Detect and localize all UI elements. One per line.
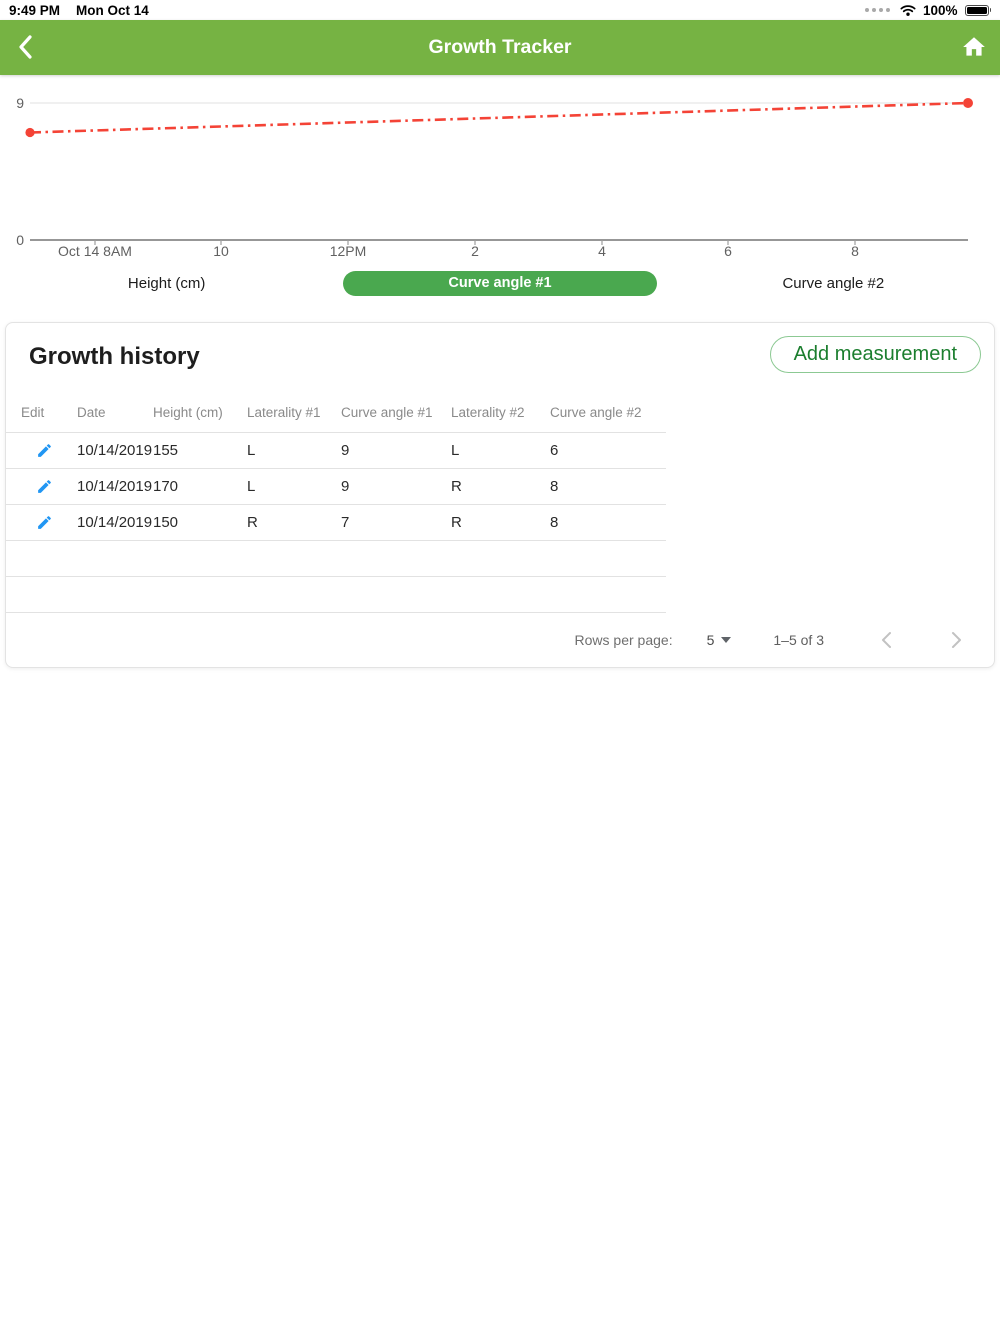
series-point-start xyxy=(25,127,35,138)
previous-page-button[interactable] xyxy=(876,630,896,650)
table-header-row: Edit Date Height (cm) Laterality #1 Curv… xyxy=(6,393,666,433)
home-button[interactable] xyxy=(961,34,987,60)
growth-history-table: Edit Date Height (cm) Laterality #1 Curv… xyxy=(6,393,666,613)
table-row: 10/14/2019 170 L 9 R 8 xyxy=(6,469,666,505)
status-time: 9:49 PM xyxy=(9,2,61,18)
chart-legend: Height (cm) Curve angle #1 Curve angle #… xyxy=(0,265,1000,301)
pagination-range: 1–5 of 3 xyxy=(773,631,824,648)
growth-history-card: Growth history Add measurement Edit Date… xyxy=(5,322,995,668)
y-tick-0: 0 xyxy=(16,232,24,248)
page-title: Growth Tracker xyxy=(428,36,572,58)
cell-laterality-1: R xyxy=(247,514,258,531)
edit-row-button[interactable] xyxy=(33,476,55,498)
col-header-date: Date xyxy=(77,405,106,420)
table-pagination: Rows per page: 5 1–5 of 3 xyxy=(6,612,994,667)
cell-curve-angle-1: 9 xyxy=(341,442,350,459)
cell-height: 150 xyxy=(153,514,179,531)
rows-per-page-select[interactable]: 5 xyxy=(707,632,732,648)
cell-curve-angle-1: 9 xyxy=(341,478,350,495)
rows-per-page-value: 5 xyxy=(706,631,715,648)
cell-laterality-2: R xyxy=(451,514,462,531)
cell-laterality-1: L xyxy=(247,442,256,459)
cell-laterality-2: R xyxy=(451,478,462,495)
cell-curve-angle-2: 8 xyxy=(550,514,559,531)
add-measurement-button[interactable]: Add measurement xyxy=(769,336,981,373)
cell-curve-angle-2: 6 xyxy=(550,442,559,459)
cell-height: 155 xyxy=(153,442,179,459)
x-tick-6: 8 xyxy=(851,243,859,259)
col-header-curve-angle-1: Curve angle #1 xyxy=(341,405,433,420)
x-tick-0: Oct 14 8AM xyxy=(58,243,132,259)
edit-row-button[interactable] xyxy=(33,512,55,534)
growth-chart: 9 0 Oct 14 8AM 10 12PM 2 4 6 8 xyxy=(0,75,1000,265)
x-tick-5: 6 xyxy=(724,243,732,259)
col-header-curve-angle-2: Curve angle #2 xyxy=(550,405,642,420)
cell-curve-angle-1: 7 xyxy=(341,514,350,531)
cell-date: 10/14/2019 xyxy=(77,478,153,495)
rows-per-page-label: Rows per page: xyxy=(574,631,673,648)
legend-item-curve-angle-1-selected[interactable]: Curve angle #1 xyxy=(343,270,657,296)
x-tick-1: 10 xyxy=(213,243,229,259)
cell-laterality-1: L xyxy=(247,478,256,495)
next-page-button[interactable] xyxy=(946,630,966,650)
edit-row-button[interactable] xyxy=(33,440,55,462)
cell-date: 10/14/2019 xyxy=(77,514,153,531)
legend-item-height[interactable]: Height (cm) xyxy=(128,275,206,292)
status-bar: 9:49 PM Mon Oct 14 100% xyxy=(0,0,1000,20)
cell-curve-angle-2: 8 xyxy=(550,478,559,495)
status-date: Mon Oct 14 xyxy=(76,2,149,18)
card-title: Growth history xyxy=(29,343,200,370)
cellular-signal-icon xyxy=(864,8,890,12)
table-row-empty xyxy=(6,577,666,613)
x-tick-4: 4 xyxy=(598,243,606,259)
battery-percent: 100% xyxy=(922,2,958,18)
legend-item-curve-angle-2[interactable]: Curve angle #2 xyxy=(782,275,884,292)
battery-icon xyxy=(964,4,991,16)
screen: 9:49 PM Mon Oct 14 100% Growth Tracker 9… xyxy=(0,0,1000,1334)
col-header-laterality-1: Laterality #1 xyxy=(247,405,321,420)
col-header-height: Height (cm) xyxy=(153,405,223,420)
dropdown-arrow-icon xyxy=(721,636,732,643)
table-row: 10/14/2019 150 R 7 R 8 xyxy=(6,505,666,541)
wifi-icon xyxy=(900,4,916,16)
series-line-curve-angle-1 xyxy=(29,101,969,134)
table-row: 10/14/2019 155 L 9 L 6 xyxy=(6,433,666,469)
x-tick-2: 12PM xyxy=(330,243,367,259)
col-header-edit: Edit xyxy=(21,405,45,420)
x-tick-3: 2 xyxy=(471,243,479,259)
cell-laterality-2: L xyxy=(451,442,460,459)
y-tick-9: 9 xyxy=(16,95,24,111)
col-header-laterality-2: Laterality #2 xyxy=(451,405,525,420)
app-bar: Growth Tracker xyxy=(0,20,1000,75)
series-point-end xyxy=(963,98,973,108)
table-row-empty xyxy=(6,541,666,577)
cell-date: 10/14/2019 xyxy=(77,442,153,459)
cell-height: 170 xyxy=(153,478,179,495)
